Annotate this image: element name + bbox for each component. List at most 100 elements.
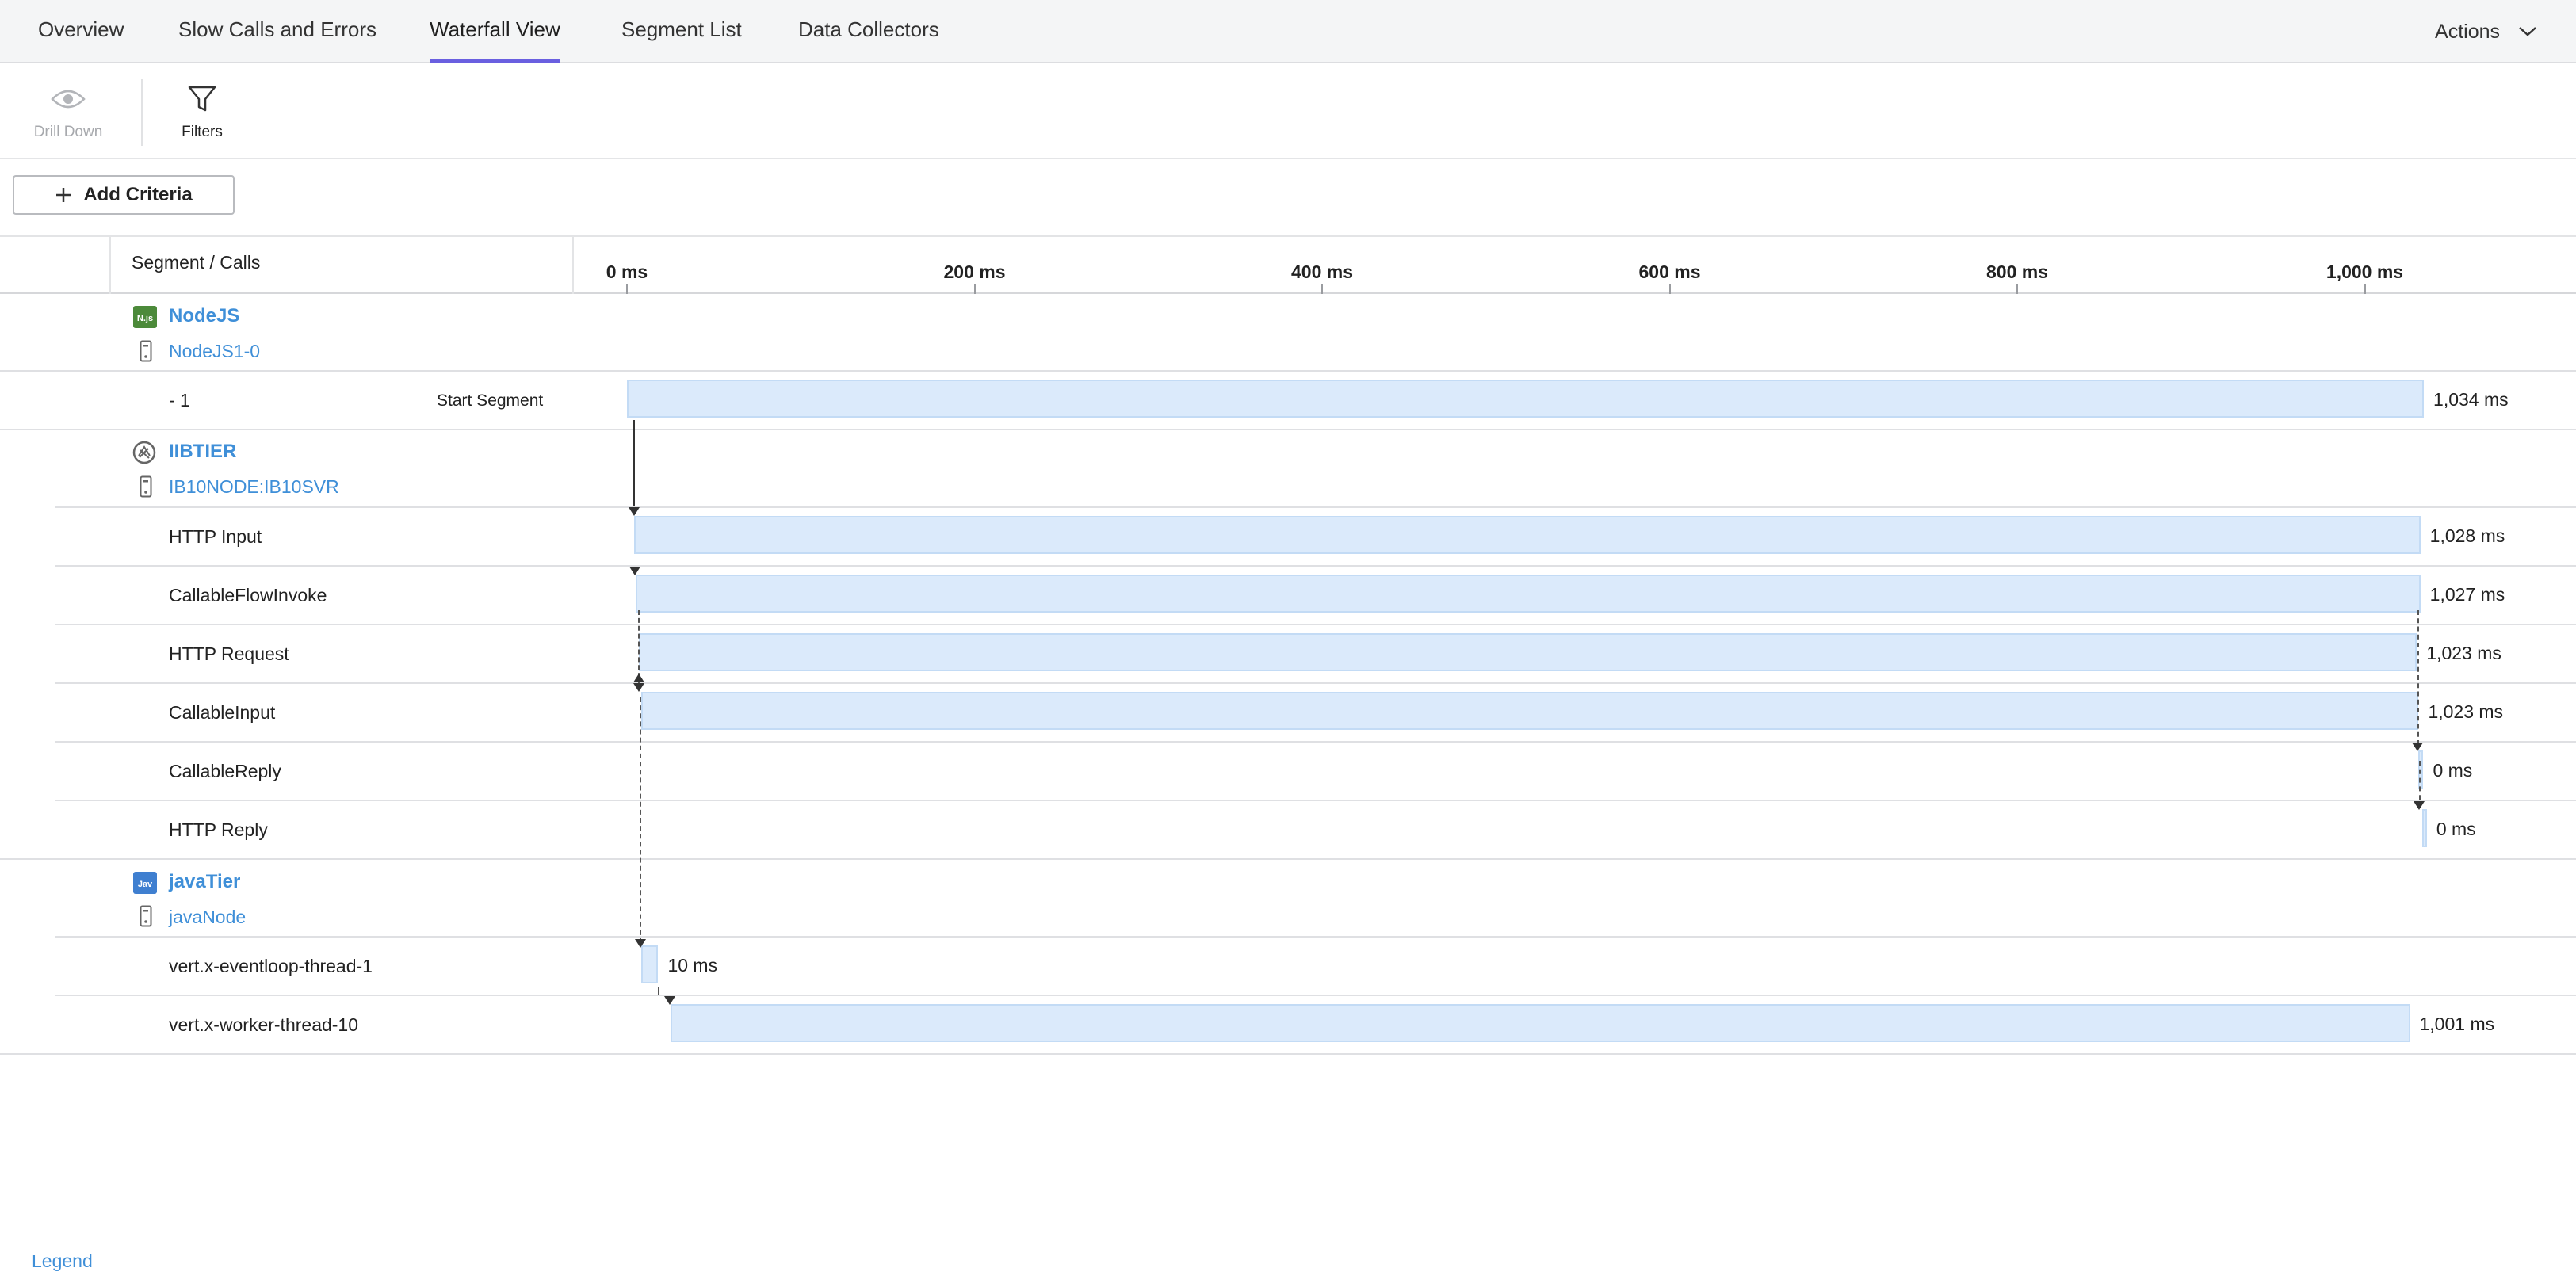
call-duration-label: 1,001 ms <box>2419 1014 2495 1034</box>
timeline-tick-mark <box>626 284 628 294</box>
call-label[interactable]: vert.x-worker-thread-10 <box>169 1014 358 1036</box>
timeline-tick-label: 800 ms <box>1986 262 2049 282</box>
timeline-tick-mark <box>1668 284 1671 294</box>
header-divider <box>109 235 111 294</box>
arrow-down-icon <box>2412 743 2423 751</box>
tab-bar: Overview Slow Calls and Errors Waterfall… <box>0 0 2576 63</box>
server-icon <box>140 475 152 502</box>
call-duration-bar[interactable] <box>2421 809 2427 847</box>
node-name-javanode[interactable]: javaNode <box>169 907 246 928</box>
filter-icon <box>188 86 216 112</box>
call-label[interactable]: HTTP Reply <box>169 819 268 841</box>
arrow-down-icon <box>633 683 644 692</box>
call-duration-bar[interactable] <box>640 692 2419 730</box>
call-duration-label: 0 ms <box>2433 760 2473 781</box>
tier-name-iibtier[interactable]: IIBTIER <box>169 441 236 463</box>
row-divider <box>0 1053 2576 1055</box>
drill-down-button[interactable]: Drill Down <box>29 81 108 141</box>
row-divider <box>55 936 2576 938</box>
arrow-down-icon <box>635 939 646 948</box>
segment-calls-header: Segment / Calls <box>132 252 261 273</box>
call-label[interactable]: - 1 <box>169 390 190 411</box>
drill-down-label: Drill Down <box>33 124 103 140</box>
timeline-tick-mark <box>2364 284 2366 294</box>
actions-label: Actions <box>2435 20 2500 43</box>
arrow-down-icon <box>629 507 640 516</box>
row-divider <box>55 506 2576 508</box>
header-divider-timeline <box>572 235 574 294</box>
timeline-tick-label: 200 ms <box>943 262 1006 282</box>
row-divider <box>55 565 2576 567</box>
arrow-down-icon <box>629 567 640 575</box>
timeline-tick-label: 0 ms <box>606 262 648 282</box>
java-badge-text: Jav <box>138 880 153 889</box>
server-icon <box>140 905 152 931</box>
filters-label: Filters <box>182 124 223 140</box>
timeline-tick-mark <box>973 284 976 294</box>
row-divider <box>0 858 2576 860</box>
timeline-tick-mark <box>1321 284 1323 294</box>
add-criteria-button[interactable]: Add Criteria <box>13 175 235 215</box>
call-duration-bar[interactable] <box>635 575 2421 613</box>
node-name-ib10node[interactable]: IB10NODE:IB10SVR <box>169 476 339 498</box>
timeline-tick-label: 400 ms <box>1290 262 1354 282</box>
row-divider <box>0 429 2576 430</box>
arrow-up-icon <box>633 674 644 682</box>
call-label[interactable]: vert.x-eventloop-thread-1 <box>169 956 373 977</box>
row-divider <box>55 741 2576 743</box>
call-duration-label: 0 ms <box>2436 819 2476 839</box>
row-divider <box>55 624 2576 625</box>
nodejs-badge-text: N.js <box>137 314 153 323</box>
filters-button[interactable]: Filters <box>170 81 234 141</box>
tab-slow-calls-and-errors[interactable]: Slow Calls and Errors <box>178 0 376 63</box>
row-divider <box>0 370 2576 372</box>
start-segment-label: Start Segment <box>437 391 544 410</box>
arrow-down-icon <box>2414 801 2425 810</box>
node-name-nodejs1-0[interactable]: NodeJS1-0 <box>169 341 260 362</box>
toolbar <box>0 65 2576 159</box>
tab-segment-list[interactable]: Segment List <box>621 0 742 63</box>
tab-waterfall-view[interactable]: Waterfall View <box>430 0 560 63</box>
timeline-tick-mark <box>2016 284 2018 294</box>
call-label[interactable]: CallableReply <box>169 761 281 782</box>
call-label[interactable]: HTTP Request <box>169 644 289 665</box>
call-duration-label: 1,034 ms <box>2433 389 2509 410</box>
call-duration-label: 10 ms <box>667 955 718 976</box>
arrow-down-icon <box>664 996 675 1005</box>
actions-menu[interactable]: Actions <box>2435 0 2538 63</box>
call-duration-bar[interactable] <box>670 1004 2410 1042</box>
call-connector <box>2417 610 2419 745</box>
call-label[interactable]: HTTP Input <box>169 526 262 548</box>
call-label[interactable]: CallableFlowInvoke <box>169 585 327 606</box>
row-divider <box>55 682 2576 684</box>
call-connector <box>633 420 635 506</box>
call-duration-label: 1,023 ms <box>2426 643 2501 663</box>
call-connector <box>640 697 641 943</box>
call-connector <box>658 987 659 995</box>
call-label[interactable]: CallableInput <box>169 702 275 724</box>
row-divider <box>55 800 2576 801</box>
tier-name-javatier[interactable]: javaTier <box>169 871 240 893</box>
legend-link[interactable]: Legend <box>32 1251 93 1272</box>
add-criteria-label: Add Criteria <box>83 184 193 205</box>
row-divider <box>55 995 2576 996</box>
chevron-down-icon <box>2519 27 2536 36</box>
tab-overview[interactable]: Overview <box>38 0 124 63</box>
tab-data-collectors[interactable]: Data Collectors <box>798 0 939 63</box>
tier-name-nodejs[interactable]: NodeJS <box>169 305 239 327</box>
timeline-tick-label: 1,000 ms <box>2326 262 2404 282</box>
nodejs-icon: N.js <box>133 306 157 332</box>
call-duration-bar[interactable] <box>640 945 659 983</box>
call-duration-label: 1,027 ms <box>2429 584 2505 605</box>
call-duration-label: 1,028 ms <box>2429 525 2505 546</box>
call-duration-bar[interactable] <box>633 516 2421 554</box>
plus-icon <box>56 188 71 202</box>
java-icon: Jav <box>133 872 157 898</box>
call-duration-label: 1,023 ms <box>2428 701 2504 722</box>
waterfall-header <box>0 235 2576 294</box>
toolbar-divider <box>141 79 143 146</box>
call-duration-bar[interactable] <box>627 380 2425 418</box>
eye-icon <box>51 90 86 109</box>
call-duration-bar[interactable] <box>639 633 2417 671</box>
timeline-tick-label: 600 ms <box>1638 262 1701 282</box>
